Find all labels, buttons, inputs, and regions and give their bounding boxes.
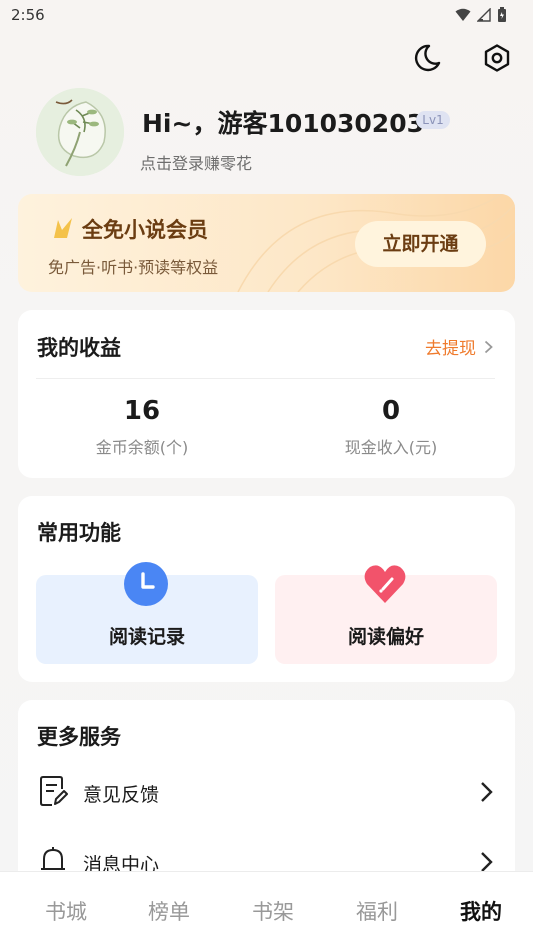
service-feedback-label: 意见反馈: [83, 784, 160, 806]
avatar[interactable]: [36, 88, 124, 176]
services-title: 更多服务: [37, 725, 121, 749]
settings-gear-icon: [484, 44, 510, 72]
feedback-doc-icon: [40, 776, 68, 806]
nav-welfare[interactable]: 福利: [337, 896, 417, 926]
vip-membership-card[interactable]: 全免小说会员 免广告·听书·预读等权益 立即开通: [18, 194, 515, 292]
clock-icon: [124, 562, 168, 606]
chevron-right-icon: [481, 782, 493, 802]
login-hint[interactable]: 点击登录赚零花: [140, 150, 252, 174]
coin-balance-stat[interactable]: 16 金币余额(个): [42, 396, 242, 458]
nav-rankings[interactable]: 榜单: [129, 896, 209, 926]
dark-mode-button[interactable]: [409, 40, 445, 76]
user-greeting[interactable]: Hi~，游客101030203: [142, 104, 424, 140]
status-bar: 2:56: [0, 0, 533, 30]
earnings-divider: [36, 378, 495, 379]
reading-history-label: 阅读记录: [108, 626, 185, 648]
battery-icon: [498, 7, 506, 22]
nav-bookstore[interactable]: 书城: [26, 896, 106, 926]
nav-bookshelf[interactable]: 书架: [233, 896, 313, 926]
coin-balance-value: 16: [123, 396, 161, 426]
chevron-right-icon: [481, 852, 493, 872]
vip-subtitle: 免广告·听书·预读等权益: [48, 258, 219, 277]
coin-balance-label: 金币余额(个): [95, 438, 189, 457]
avatar-illustration-icon: [36, 88, 124, 176]
earnings-title: 我的收益: [37, 336, 121, 360]
moon-icon: [414, 44, 441, 72]
status-icons: [455, 7, 507, 23]
reading-preference-tile[interactable]: 阅读偏好: [275, 565, 497, 664]
status-time: 2:56: [11, 6, 45, 24]
services-card: 更多服务 意见反馈 消息中心: [18, 700, 515, 900]
bottom-navigation: 书城 榜单 书架 福利 我的: [0, 871, 533, 949]
reading-preference-label: 阅读偏好: [347, 626, 424, 648]
cash-income-label: 现金收入(元): [344, 438, 438, 457]
features-card: 常用功能 阅读记录 阅读偏好: [18, 496, 515, 682]
withdraw-label: 去提现: [425, 339, 476, 359]
chevron-right-icon: [484, 340, 493, 353]
service-row-feedback[interactable]: 意见反馈: [18, 763, 515, 819]
features-title: 常用功能: [37, 521, 121, 545]
vip-title: 全免小说会员: [82, 218, 208, 242]
vip-open-button[interactable]: 立即开通: [355, 221, 486, 267]
signal-icon: [477, 8, 491, 22]
withdraw-link[interactable]: 去提现: [425, 334, 493, 359]
cash-income-stat[interactable]: 0 现金收入(元): [291, 396, 491, 458]
cash-income-value: 0: [381, 396, 401, 426]
wifi-icon: [455, 8, 471, 21]
reading-history-tile[interactable]: 阅读记录: [36, 562, 258, 664]
vip-crown-icon: [54, 218, 72, 238]
nav-mine[interactable]: 我的: [441, 896, 521, 926]
settings-button[interactable]: [479, 40, 515, 76]
earnings-card: 我的收益 去提现 16 金币余额(个) 0 现金收入(元): [18, 310, 515, 478]
heart-icon: [364, 565, 406, 603]
level-badge: Lv1: [416, 111, 450, 129]
